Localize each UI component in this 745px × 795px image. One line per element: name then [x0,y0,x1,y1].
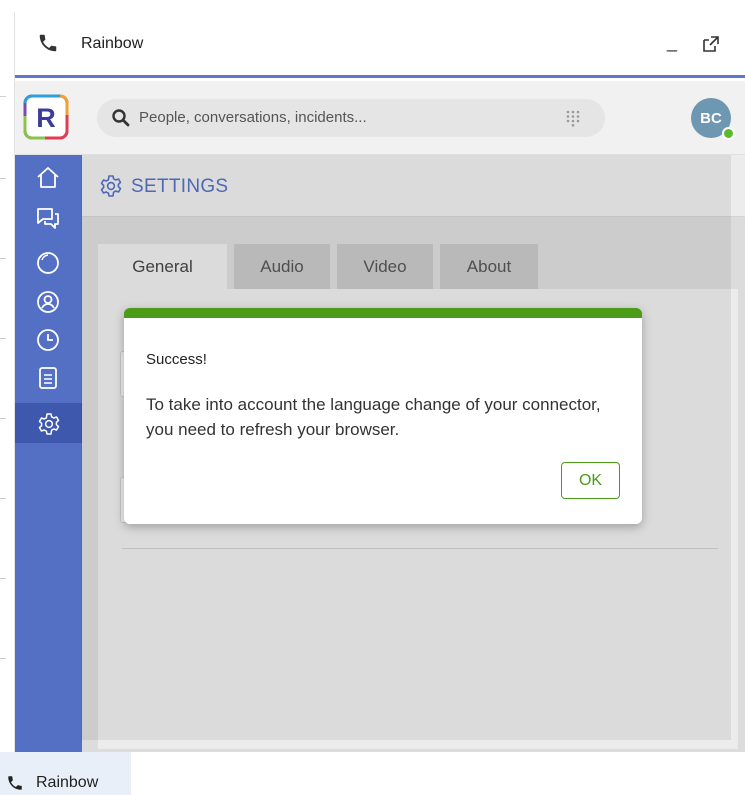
search-placeholder: People, conversations, incidents... [139,109,367,126]
taskbar-item-rainbow[interactable]: Rainbow [0,752,131,795]
presence-indicator [722,127,735,140]
taskbar-label: Rainbow [36,774,99,791]
dialog-title: Success! [146,351,207,368]
search-field[interactable]: People, conversations, incidents... [97,99,605,137]
gear-icon [38,413,60,435]
sidebar-item-settings[interactable] [15,403,82,443]
svg-text:R: R [36,103,56,133]
document-icon[interactable] [35,365,61,391]
dialog-message: To take into account the language change… [146,395,601,439]
edge-mark [0,578,6,579]
edge-mark [0,96,6,97]
phone-icon [8,776,22,790]
edge-mark [0,258,6,259]
edge-mark [0,658,6,659]
popout-icon[interactable] [701,34,721,54]
ok-button[interactable]: OK [561,462,620,499]
edge-mark [0,498,6,499]
sidebar [15,155,82,752]
dialpad-icon[interactable] [564,109,582,127]
top-bar: R People, conversations, incidents... BC [15,81,745,155]
phone-icon [39,34,57,52]
title-bar[interactable]: Rainbow _ [15,12,745,78]
screen: Rainbow _ R People, conversations, incid… [0,0,745,795]
rainbow-logo[interactable]: R [23,94,69,140]
edge-mark [0,338,6,339]
success-dialog: Success! To take into account the langua… [124,308,642,524]
edge-mark [0,178,6,179]
bubble-icon[interactable] [35,250,61,276]
chat-icon[interactable] [35,206,61,232]
home-icon[interactable] [35,165,61,191]
contact-icon[interactable] [35,289,61,315]
window-title: Rainbow [81,35,144,52]
minimize-button[interactable]: _ [667,32,677,53]
search-icon [112,109,130,127]
edge-mark [0,418,6,419]
clock-icon[interactable] [35,327,61,353]
